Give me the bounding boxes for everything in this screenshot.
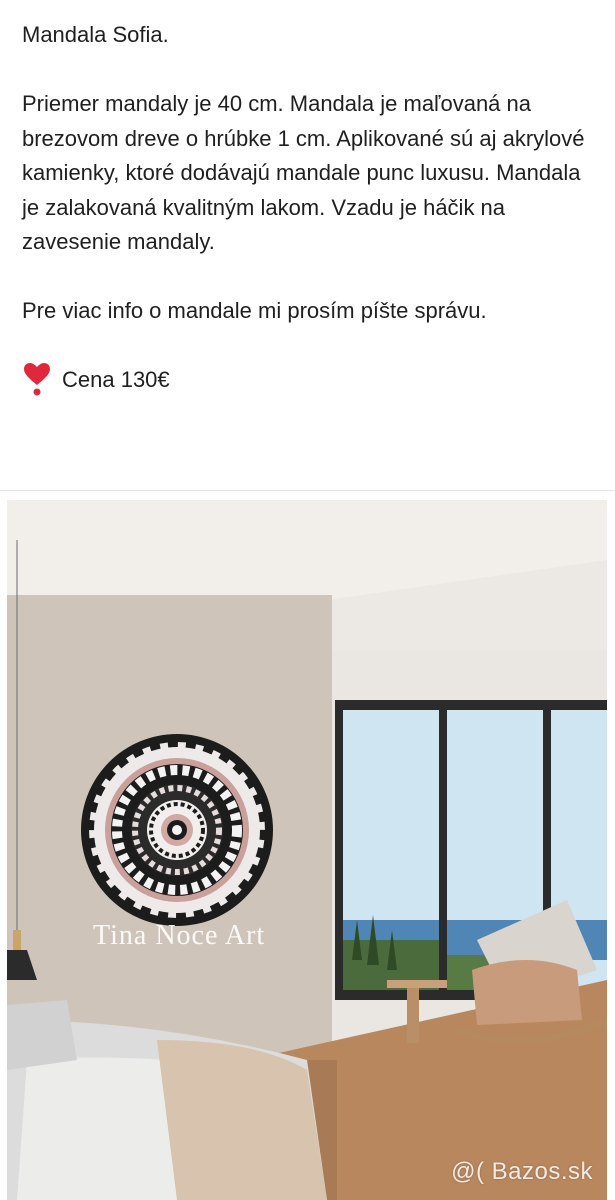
price-line: Cena 130€ bbox=[22, 363, 602, 398]
heart-exclamation-icon bbox=[22, 363, 52, 397]
post-title: Mandala Sofia. bbox=[22, 22, 169, 47]
post-body: Mandala Sofia. Priemer mandaly je 40 cm.… bbox=[22, 18, 602, 398]
bazos-watermark: @( Bazos.sk bbox=[451, 1158, 593, 1185]
artist-signature: Tina Noce Art bbox=[93, 920, 266, 951]
room-scene bbox=[7, 500, 607, 1200]
price-label: Cena 130€ bbox=[62, 367, 170, 392]
product-photo[interactable]: Tina Noce Art @( Bazos.sk bbox=[7, 500, 607, 1200]
divider bbox=[0, 490, 615, 491]
post-description: Priemer mandaly je 40 cm. Mandala je maľ… bbox=[22, 91, 585, 254]
post-contact: Pre viac info o mandale mi prosím píšte … bbox=[22, 298, 487, 323]
